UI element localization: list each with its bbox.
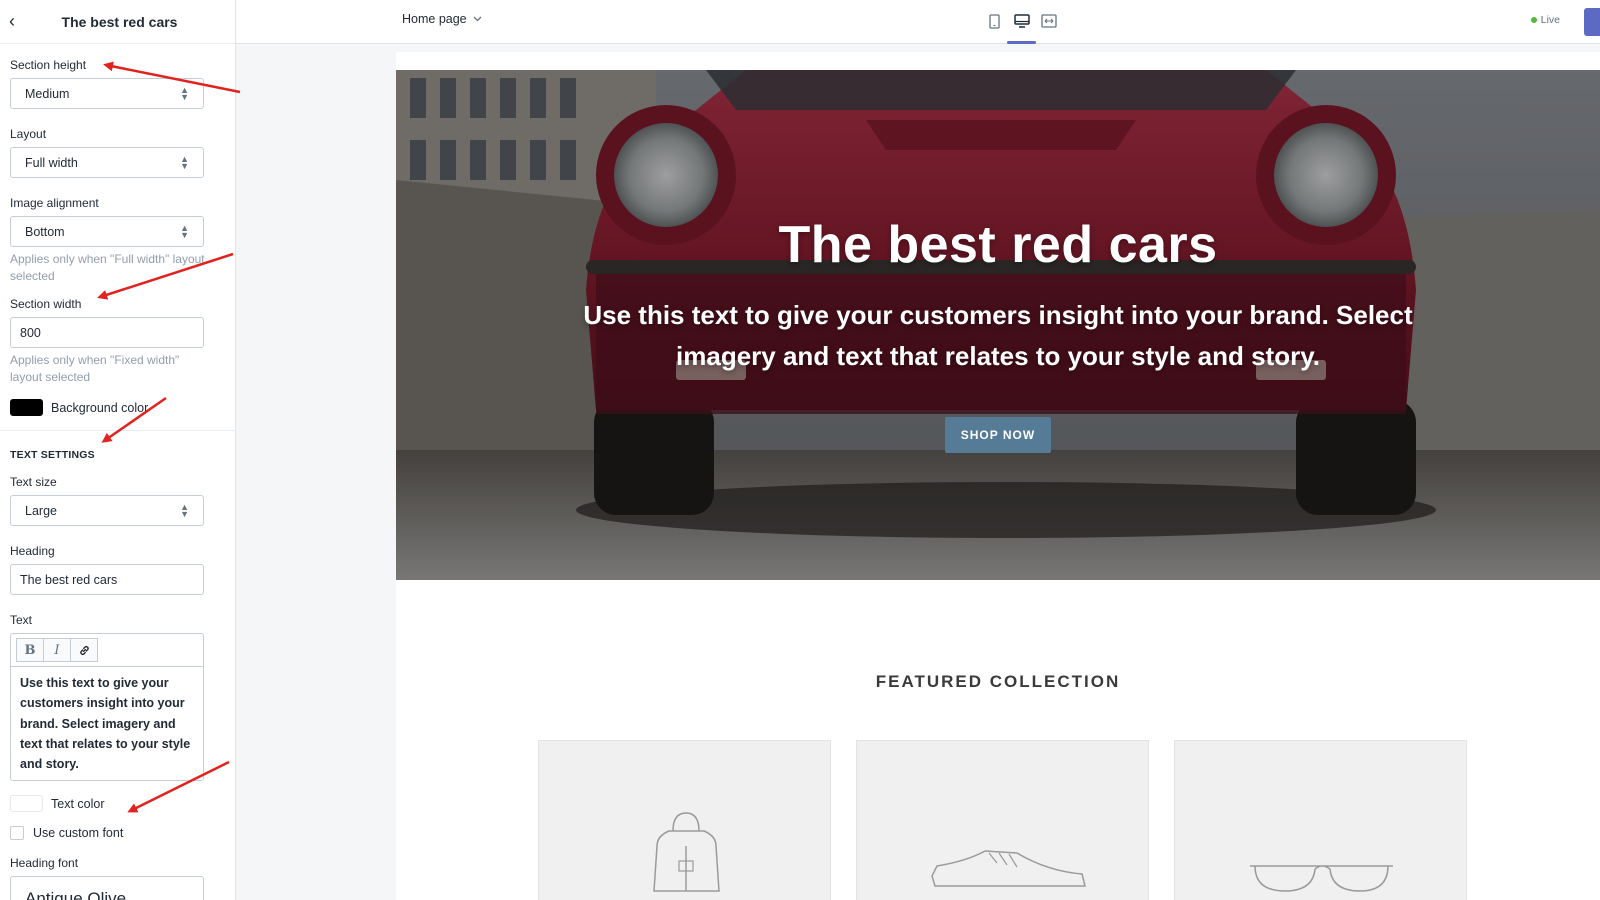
product-card[interactable] — [1174, 740, 1467, 900]
layout-label: Layout — [10, 127, 47, 141]
text-color-swatch[interactable] — [10, 795, 43, 813]
text-rich-editor[interactable]: B I Use this text to give your customers… — [10, 633, 204, 782]
editor-topbar: Home page Live — [236, 0, 1600, 44]
text-label: Text — [10, 613, 33, 627]
hero-heading: The best red cars — [778, 216, 1218, 274]
bold-icon[interactable]: B — [16, 638, 44, 662]
section-width-input[interactable]: 800 — [10, 317, 204, 348]
text-settings-title: TEXT SETTINGS — [10, 449, 95, 461]
heading-font-picker[interactable]: Antique Olive — [10, 876, 204, 900]
image-alignment-help: Applies only when "Full width" layout se… — [10, 252, 205, 283]
sidebar-header: ‹ The best red cars — [0, 0, 235, 44]
rich-text-toolbar: B I — [11, 634, 203, 667]
hero-content: The best red cars Use this text to give … — [396, 215, 1600, 453]
save-button[interactable] — [1584, 8, 1600, 36]
text-color-label: Text color — [51, 796, 105, 811]
hero-text: Use this text to give your customers ins… — [583, 300, 1413, 371]
page-select-label: Home page — [402, 12, 467, 26]
device-switcher — [986, 10, 1057, 44]
select-arrows-icon: ▲ ▼ — [180, 153, 189, 171]
text-editor-content[interactable]: Use this text to give your customers ins… — [11, 667, 203, 780]
link-icon[interactable] — [70, 638, 98, 662]
background-color-label: Background color — [51, 400, 149, 415]
sidebar-title: The best red cars — [61, 13, 178, 30]
section-height-value: Medium — [25, 86, 70, 101]
mobile-icon[interactable] — [986, 10, 1003, 32]
page-select[interactable]: Home page — [402, 12, 482, 26]
live-status: Live — [1530, 14, 1560, 26]
backpack-icon — [653, 812, 720, 892]
section-height-label: Section height — [10, 58, 87, 72]
text-size-label: Text size — [10, 475, 57, 489]
storefront-preview: The best red cars Use this text to give … — [396, 52, 1600, 900]
image-alignment-select[interactable]: Bottom ▲ ▼ — [10, 216, 204, 247]
product-card[interactable] — [538, 740, 831, 900]
image-alignment-label: Image alignment — [10, 196, 99, 210]
text-size-value: Large — [25, 503, 57, 518]
image-alignment-value: Bottom — [25, 224, 65, 239]
section-settings-sidebar: ‹ The best red cars Section height Mediu… — [0, 0, 236, 900]
fullscreen-icon[interactable] — [1040, 10, 1057, 32]
chevron-down-icon — [473, 16, 482, 22]
preview-area: The best red cars Use this text to give … — [236, 44, 1600, 900]
heading-label: Heading — [10, 544, 55, 558]
hero-banner[interactable]: The best red cars Use this text to give … — [396, 70, 1600, 580]
layout-value: Full width — [25, 155, 78, 170]
back-chevron-icon[interactable]: ‹ — [0, 0, 24, 44]
layout-select[interactable]: Full width ▲ ▼ — [10, 147, 204, 178]
product-card[interactable] — [856, 740, 1149, 900]
background-color-swatch[interactable] — [10, 399, 43, 416]
live-dot-icon — [1530, 17, 1537, 23]
heading-input[interactable]: The best red cars — [10, 564, 204, 595]
use-custom-font-checkbox[interactable] — [10, 826, 24, 841]
shoe-icon — [931, 850, 1086, 887]
italic-icon[interactable]: I — [43, 638, 71, 662]
section-divider — [0, 430, 235, 431]
use-custom-font-label: Use custom font — [33, 826, 124, 841]
text-size-select[interactable]: Large ▲ ▼ — [10, 495, 204, 526]
shop-now-button[interactable]: SHOP NOW — [944, 417, 1052, 453]
select-arrows-icon: ▲ ▼ — [180, 222, 189, 240]
sunglasses-icon — [1250, 865, 1393, 892]
select-arrows-icon: ▲ ▼ — [180, 501, 189, 519]
desktop-icon[interactable] — [1007, 10, 1036, 44]
section-width-label: Section width — [10, 297, 82, 311]
featured-collection-title: FEATURED COLLECTION — [875, 672, 1121, 691]
select-arrows-icon: ▲ ▼ — [180, 84, 189, 102]
section-height-select[interactable]: Medium ▲ ▼ — [10, 78, 204, 109]
section-width-help: Applies only when "Fixed width" layout s… — [10, 353, 180, 384]
live-status-label: Live — [1540, 14, 1560, 26]
heading-font-label: Heading font — [10, 856, 79, 871]
